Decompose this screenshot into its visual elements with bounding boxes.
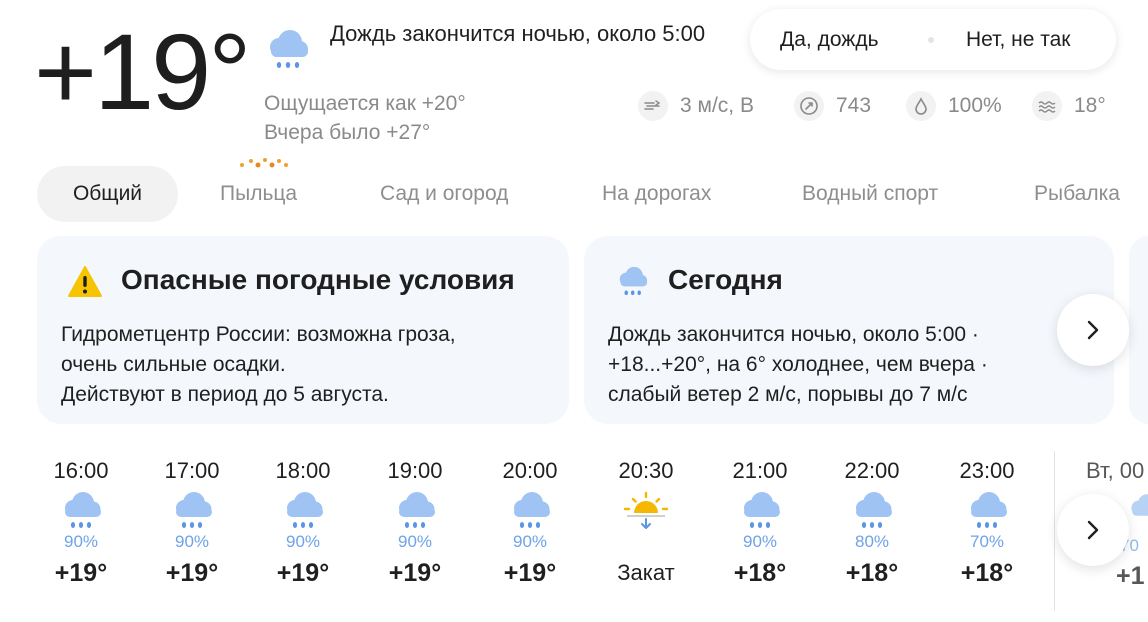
hour-time: 19:00 bbox=[387, 458, 443, 483]
hour-temp: +19° bbox=[165, 559, 219, 587]
rain-cloud-icon bbox=[65, 492, 101, 528]
danger-card-text: Гидрометцентр России: возможна гроза, оч… bbox=[61, 320, 561, 410]
humidity-stat: 100% bbox=[906, 90, 1002, 122]
chevron-right-icon bbox=[1087, 520, 1099, 540]
yesterday-temp: Вчера было +27° bbox=[264, 121, 431, 144]
hour-temp: +19° bbox=[388, 559, 442, 587]
danger-card[interactable]: Опасные погодные условия Гидрометцентр Р… bbox=[37, 236, 569, 424]
hour-temp: +18° bbox=[733, 559, 787, 587]
rain-cloud-icon bbox=[176, 492, 212, 528]
feedback-yes-button[interactable]: Да, дождь bbox=[780, 9, 879, 70]
hour-temp: +18° bbox=[960, 559, 1014, 587]
condition-text: Дождь закончится ночью, около 5:00 bbox=[330, 21, 706, 46]
today-card-text: Дождь закончится ночью, около 5:00 · +18… bbox=[608, 320, 1108, 410]
hourly-item: 21:00 90% +18° bbox=[715, 455, 805, 589]
next-card-peek[interactable] bbox=[1129, 236, 1148, 424]
sunset-label: Закат bbox=[617, 560, 675, 585]
pressure-stat: 743 bbox=[794, 90, 871, 122]
sunset-icon bbox=[623, 491, 669, 529]
tab-garden[interactable]: Сад и огород bbox=[380, 166, 508, 222]
hour-time: 22:00 bbox=[844, 458, 900, 483]
hourly-item: 16:00 90% +19° bbox=[36, 455, 126, 589]
hour-time: 23:00 bbox=[959, 458, 1015, 483]
hour-prob: 80% bbox=[854, 532, 890, 551]
danger-line: Гидрометцентр России: возможна гроза, bbox=[61, 323, 456, 346]
rain-cloud-icon bbox=[971, 492, 1007, 528]
hour-temp: +18° bbox=[845, 559, 899, 587]
rain-cloud-icon bbox=[399, 492, 435, 528]
rain-cloud-icon bbox=[856, 492, 892, 528]
hour-prob: 90% bbox=[174, 532, 210, 551]
hour-prob: 90% bbox=[512, 532, 548, 551]
feedback-no-button[interactable]: Нет, не так bbox=[966, 9, 1070, 70]
humidity-value: 100% bbox=[948, 94, 1002, 117]
today-card[interactable]: Сегодня Дождь закончится ночью, около 5:… bbox=[584, 236, 1114, 424]
chevron-right-icon bbox=[1087, 320, 1099, 340]
day-separator bbox=[1054, 451, 1055, 611]
current-temperature: +19° bbox=[34, 11, 251, 132]
hourly-item: 20:00 90% +19° bbox=[485, 455, 575, 589]
hour-prob-empty bbox=[601, 531, 691, 553]
tab-roads[interactable]: На дорогах bbox=[602, 166, 711, 222]
rain-cloud-icon bbox=[619, 266, 648, 296]
hourly-item: 19:00 90% +19° bbox=[370, 455, 460, 589]
hour-time: 17:00 bbox=[164, 458, 220, 483]
today-line: слабый ветер 2 м/с, порывы до 7 м/с bbox=[608, 383, 968, 406]
wind-stat: 3 м/с, В bbox=[638, 90, 754, 122]
rain-cloud-icon bbox=[744, 492, 780, 528]
water-waves-icon bbox=[1032, 91, 1062, 121]
hour-prob: 90% bbox=[63, 532, 99, 551]
today-card-title: Сегодня bbox=[668, 264, 783, 295]
cards-next-button[interactable] bbox=[1057, 294, 1129, 366]
hour-time: 21:00 bbox=[732, 458, 788, 483]
water-temp-stat: 18° bbox=[1032, 90, 1106, 122]
hourly-item: 18:00 90% +19° bbox=[258, 455, 348, 589]
hour-time: 18:00 bbox=[275, 458, 331, 483]
feedback-pill: Да, дождь Нет, не так bbox=[750, 9, 1116, 70]
water-temp-value: 18° bbox=[1074, 94, 1106, 117]
hour-time: 16:00 bbox=[53, 458, 109, 483]
hour-temp: +1 bbox=[1116, 562, 1145, 590]
hour-prob: 90% bbox=[742, 532, 778, 551]
rain-cloud-icon bbox=[514, 492, 550, 528]
hour-temp: +19° bbox=[503, 559, 557, 587]
feels-like: Ощущается как +20° bbox=[264, 92, 466, 115]
hourly-item: 22:00 80% +18° bbox=[827, 455, 917, 589]
hourly-item: 23:00 70% +18° bbox=[942, 455, 1032, 589]
hourly-item-sunset: 20:30 Закат bbox=[601, 455, 691, 589]
tab-water-sport[interactable]: Водный спорт bbox=[802, 166, 938, 222]
hour-temp: +19° bbox=[276, 559, 330, 587]
danger-card-title: Опасные погодные условия bbox=[121, 264, 515, 295]
feedback-separator bbox=[928, 37, 934, 43]
hour-time: 20:00 bbox=[502, 458, 558, 483]
hourly-next-button[interactable] bbox=[1057, 494, 1129, 566]
today-line: Дождь закончится ночью, около 5:00 · bbox=[608, 323, 979, 346]
danger-line: очень сильные осадки. bbox=[61, 353, 286, 376]
today-line: +18...+20°, на 6° холоднее, чем вчера · bbox=[608, 353, 988, 376]
wind-icon bbox=[638, 91, 668, 121]
rain-cloud-icon bbox=[270, 30, 308, 68]
danger-line: Действуют в период до 5 августа. bbox=[61, 383, 389, 406]
hourly-item: 17:00 90% +19° bbox=[147, 455, 237, 589]
pressure-gauge-icon bbox=[794, 91, 824, 121]
tab-pollen[interactable]: Пыльца bbox=[220, 166, 297, 222]
hour-prob: 70% bbox=[969, 532, 1005, 551]
tab-fishing[interactable]: Рыбалка bbox=[1034, 166, 1120, 222]
humidity-drop-icon bbox=[906, 91, 936, 121]
hour-prob: 90% bbox=[397, 532, 433, 551]
hour-time: Вт, 00 bbox=[1086, 458, 1145, 483]
pressure-value: 743 bbox=[836, 94, 872, 117]
wind-value: 3 м/с, В bbox=[680, 94, 754, 117]
hour-prob: 90% bbox=[285, 532, 321, 551]
hour-time: 20:30 bbox=[618, 458, 674, 483]
hour-temp: +19° bbox=[54, 559, 108, 587]
rain-cloud-icon bbox=[287, 492, 323, 528]
tab-general[interactable]: Общий bbox=[37, 166, 178, 222]
warning-icon bbox=[68, 266, 102, 297]
